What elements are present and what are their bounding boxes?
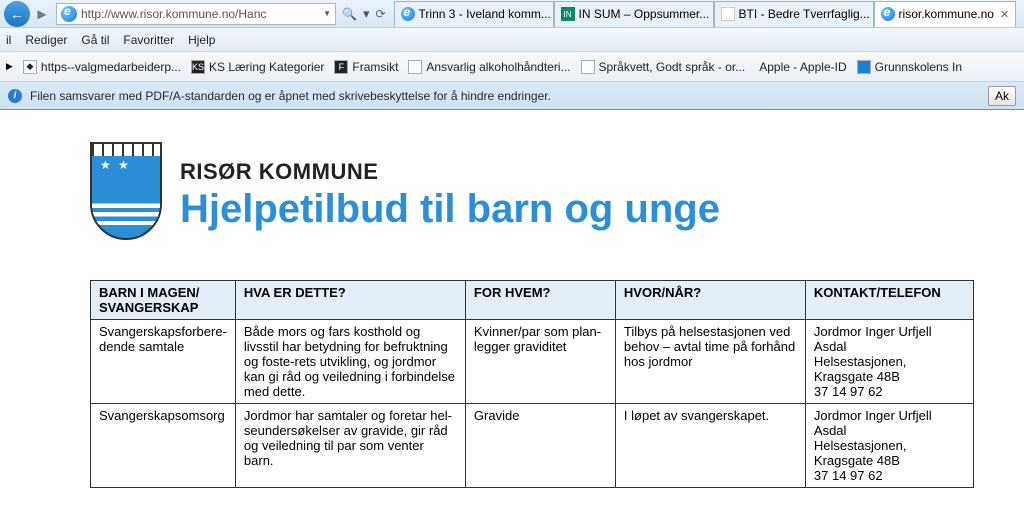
cell-category: Svangerskapsomsorg xyxy=(91,404,236,488)
bookmark-label: Apple - Apple-ID xyxy=(759,60,846,74)
tab-label: BTI - Bedre Tverrfaglig... xyxy=(739,7,870,21)
bookmark-grunnskolen[interactable]: Grunnskolens In xyxy=(857,60,962,74)
favorites-toggle-icon[interactable]: ▶ xyxy=(6,61,13,72)
ks-icon: KS xyxy=(191,60,205,74)
bookmark-framsikt[interactable]: F Framsikt xyxy=(334,60,398,74)
cell-category: Svangerskapsforbere-dende samtale xyxy=(91,320,236,404)
menu-bar: il Rediger Gå til Favoritter Hjelp xyxy=(0,28,1024,52)
forward-button[interactable]: ▶ xyxy=(32,4,52,24)
col-header-contact: KONTAKT/TELEFON xyxy=(805,281,973,320)
url-dropdown-icon[interactable]: ▼ xyxy=(323,9,331,18)
menu-help[interactable]: Hjelp xyxy=(188,33,215,47)
document-area: RISØR KOMMUNE Hjelpetilbud til barn og u… xyxy=(0,110,1024,488)
tab-trinn3[interactable]: Trinn 3 - Iveland komm... xyxy=(394,1,554,27)
tab-risor[interactable]: risor.kommune.no ✕ xyxy=(874,1,1017,27)
browser-titlebar: ← ▶ ▼ 🔍 ▾ ⟳ Trinn 3 - Iveland komm... IN… xyxy=(0,0,1024,28)
page-title: Hjelpetilbud til barn og unge xyxy=(180,187,720,232)
menu-goto[interactable]: Gå til xyxy=(81,33,109,47)
pdf-info-bar: i Filen samsvarer med PDF/A-standarden o… xyxy=(0,82,1024,110)
bookmark-sprakvett[interactable]: Språkvett, Godt språk - or... xyxy=(581,60,746,74)
col-header-who: FOR HVEM? xyxy=(465,281,615,320)
document-header: RISØR KOMMUNE Hjelpetilbud til barn og u… xyxy=(90,150,974,240)
bookmark-label: Språkvett, Godt språk - or... xyxy=(599,60,746,74)
cell-what: Både mors og fars kosthold og livsstil h… xyxy=(235,320,465,404)
favorites-bar: ▶ ◆ https--valgmedarbeiderp... KS KS Lærin… xyxy=(0,52,1024,82)
close-icon[interactable]: ✕ xyxy=(1000,8,1009,21)
url-separator: ▾ xyxy=(363,6,370,22)
in-favicon-icon: IN xyxy=(561,7,575,21)
bookmark-apple[interactable]: Apple - Apple-ID xyxy=(755,60,846,74)
menu-favorites[interactable]: Favoritter xyxy=(123,33,174,47)
cell-where: Tilbys på helsestasjonen ved behov – avt… xyxy=(615,320,805,404)
generic-favicon-icon xyxy=(857,60,871,74)
bookmark-ks[interactable]: KS KS Læring Kategorier xyxy=(191,60,324,74)
ie-favicon-icon xyxy=(401,7,415,21)
bookmark-label: KS Læring Kategorier xyxy=(209,60,324,74)
tab-insum[interactable]: IN IN SUM – Oppsummer... xyxy=(554,1,714,27)
cell-where: I løpet av svangerskapet. xyxy=(615,404,805,488)
cell-contact: Jordmor Inger Urfjell Asdal Helsestasjon… xyxy=(805,404,973,488)
bookmark-label: Grunnskolens In xyxy=(875,60,962,74)
ie-favicon-icon xyxy=(61,6,77,22)
bookmark-label: Framsikt xyxy=(352,60,398,74)
generic-favicon-icon xyxy=(581,60,595,74)
back-button[interactable]: ← xyxy=(4,1,30,27)
col-header-where: HVOR/NÅR? xyxy=(615,281,805,320)
bookmark-label: Ansvarlig alkoholhåndteri... xyxy=(426,60,570,74)
risor-crest-icon xyxy=(90,150,162,240)
bookmark-alkohol[interactable]: Ansvarlig alkoholhåndteri... xyxy=(408,60,570,74)
address-bar[interactable]: ▼ xyxy=(56,3,336,25)
cell-what: Jordmor har samtaler og foretar hel-seun… xyxy=(235,404,465,488)
org-name: RISØR KOMMUNE xyxy=(180,159,720,185)
info-icon: i xyxy=(8,89,22,103)
cell-who: Gravide xyxy=(465,404,615,488)
search-icon[interactable]: 🔍 xyxy=(342,7,357,21)
tab-bti[interactable]: BTI - Bedre Tverrfaglig... xyxy=(714,1,874,27)
menu-file[interactable]: il xyxy=(6,33,11,47)
infobar-action-button[interactable]: Ak xyxy=(988,86,1016,106)
ie-favicon-icon xyxy=(881,7,895,21)
info-text: Filen samsvarer med PDF/A-standarden og … xyxy=(30,89,551,103)
col-header-category: BARN I MAGEN/ SVANGERSKAP xyxy=(91,281,236,320)
framsikt-icon: F xyxy=(334,60,348,74)
tab-strip: Trinn 3 - Iveland komm... IN IN SUM – Op… xyxy=(394,1,1020,27)
shield-icon: ◆ xyxy=(23,60,37,74)
bookmark-valgmedarbeider[interactable]: ◆ https--valgmedarbeiderp... xyxy=(23,60,181,74)
table-row: Svangerskapsomsorg Jordmor har samtaler … xyxy=(91,404,974,488)
table-row: Svangerskapsforbere-dende samtale Både m… xyxy=(91,320,974,404)
generic-favicon-icon xyxy=(408,60,422,74)
url-input[interactable] xyxy=(81,7,319,21)
tab-label: IN SUM – Oppsummer... xyxy=(579,7,710,21)
col-header-what: HVA ER DETTE? xyxy=(235,281,465,320)
bti-favicon-icon xyxy=(721,7,735,21)
services-table: BARN I MAGEN/ SVANGERSKAP HVA ER DETTE? … xyxy=(90,280,974,488)
bookmark-label: https--valgmedarbeiderp... xyxy=(41,60,181,74)
cell-contact: Jordmor Inger Urfjell Asdal Helsestasjon… xyxy=(805,320,973,404)
tab-label: risor.kommune.no xyxy=(899,7,994,21)
refresh-icon[interactable]: ⟳ xyxy=(375,7,385,21)
tab-label: Trinn 3 - Iveland komm... xyxy=(419,7,551,21)
cell-who: Kvinner/par som plan-legger graviditet xyxy=(465,320,615,404)
menu-edit[interactable]: Rediger xyxy=(25,33,67,47)
